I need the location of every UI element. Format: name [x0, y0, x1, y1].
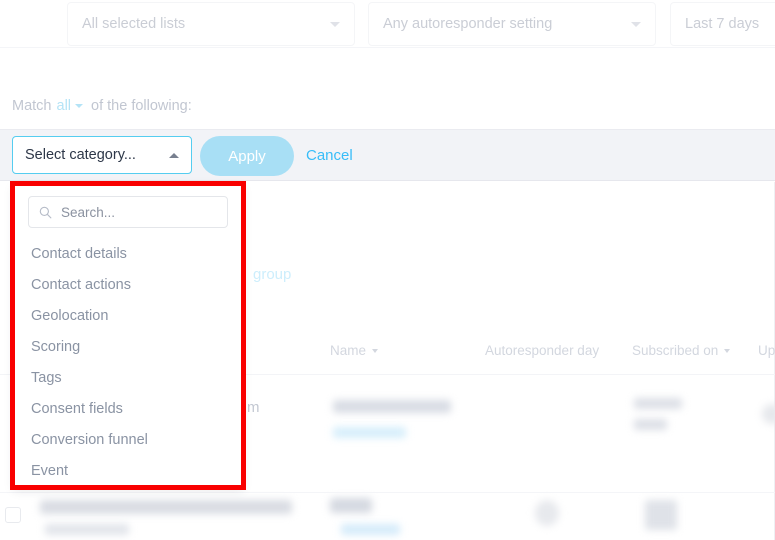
- dropdown-item-geolocation[interactable]: Geolocation: [14, 300, 242, 331]
- sort-caret-icon: [724, 348, 731, 353]
- table-header-subscribed-on[interactable]: Subscribed on: [632, 343, 731, 358]
- chevron-down-icon: [330, 21, 340, 27]
- match-prefix-label: Match: [12, 98, 52, 114]
- cancel-button[interactable]: Cancel: [306, 147, 353, 164]
- dropdown-item-label: Contact actions: [31, 276, 131, 293]
- table-header-updated-label: Upd: [758, 343, 775, 358]
- table-header-name[interactable]: Name: [330, 343, 379, 358]
- filter-last-7-days-label: Last 7 days: [685, 16, 760, 32]
- dropdown-item-conversion-funnel[interactable]: Conversion funnel: [14, 424, 242, 455]
- table-row[interactable]: [0, 492, 775, 540]
- table-header-name-label: Name: [330, 343, 367, 358]
- row-select-checkbox[interactable]: [5, 507, 21, 523]
- dropdown-item-consent-fields[interactable]: Consent fields: [14, 393, 242, 424]
- dropdown-item-scoring[interactable]: Scoring: [14, 331, 242, 362]
- dropdown-item-label: Contact details: [31, 245, 127, 262]
- dropdown-item-label: Conversion funnel: [31, 431, 148, 448]
- dropdown-item-label: Geolocation: [31, 307, 109, 324]
- blurred-email-cell: [333, 427, 406, 438]
- match-suffix-label: of the following:: [91, 98, 192, 114]
- sort-caret-icon: [372, 348, 379, 353]
- blurred-time-cell: [634, 419, 667, 430]
- chevron-up-icon: [169, 152, 179, 158]
- blurred-date-cell: [634, 398, 682, 409]
- group-link[interactable]: group: [253, 266, 291, 283]
- top-filter-bar: All selected lists Any autoresponder set…: [0, 0, 775, 48]
- search-icon: [39, 206, 52, 218]
- chevron-down-icon[interactable]: [75, 104, 84, 108]
- table-header-subscribed-on-label: Subscribed on: [632, 343, 719, 358]
- dropdown-search-box[interactable]: [28, 196, 238, 228]
- filter-any-autoresponder-setting-label: Any autoresponder setting: [383, 16, 553, 32]
- chevron-down-icon: [631, 21, 641, 27]
- filter-all-selected-lists[interactable]: All selected lists: [67, 2, 355, 46]
- apply-button[interactable]: Apply: [200, 136, 294, 176]
- filter-all-selected-lists-label: All selected lists: [82, 16, 186, 32]
- dropdown-item-label: Scoring: [31, 338, 81, 355]
- match-condition-row: Match all of the following:: [12, 98, 197, 114]
- match-operator-value[interactable]: all: [57, 98, 72, 114]
- select-category-label: Select category...: [25, 147, 136, 163]
- select-category-dropdown[interactable]: Select category...: [12, 136, 192, 174]
- table-header-autoresponder-day-label: Autoresponder day: [485, 343, 600, 358]
- search-input[interactable]: [61, 204, 238, 220]
- category-dropdown-panel: Contact details Contact actions Geolocat…: [13, 183, 243, 488]
- dropdown-item-label: Event: [31, 462, 69, 479]
- blurred-name-cell: [333, 400, 451, 413]
- dropdown-item-tags[interactable]: Tags: [14, 362, 242, 393]
- dropdown-item-label: Tags: [31, 369, 62, 386]
- filter-any-autoresponder-setting[interactable]: Any autoresponder setting: [368, 2, 656, 46]
- filter-last-7-days[interactable]: Last 7 days: [670, 2, 775, 46]
- partial-text: m: [247, 399, 260, 416]
- table-header-autoresponder-day[interactable]: Autoresponder day: [485, 343, 599, 358]
- dropdown-item-contact-details[interactable]: Contact details: [14, 238, 242, 269]
- dropdown-item-label: Consent fields: [31, 400, 123, 417]
- blurred-avatar-cell: [762, 404, 775, 424]
- dropdown-item-event[interactable]: Event: [14, 455, 242, 486]
- dropdown-item-contact-actions[interactable]: Contact actions: [14, 269, 242, 300]
- table-header-updated[interactable]: Upd: [758, 343, 775, 358]
